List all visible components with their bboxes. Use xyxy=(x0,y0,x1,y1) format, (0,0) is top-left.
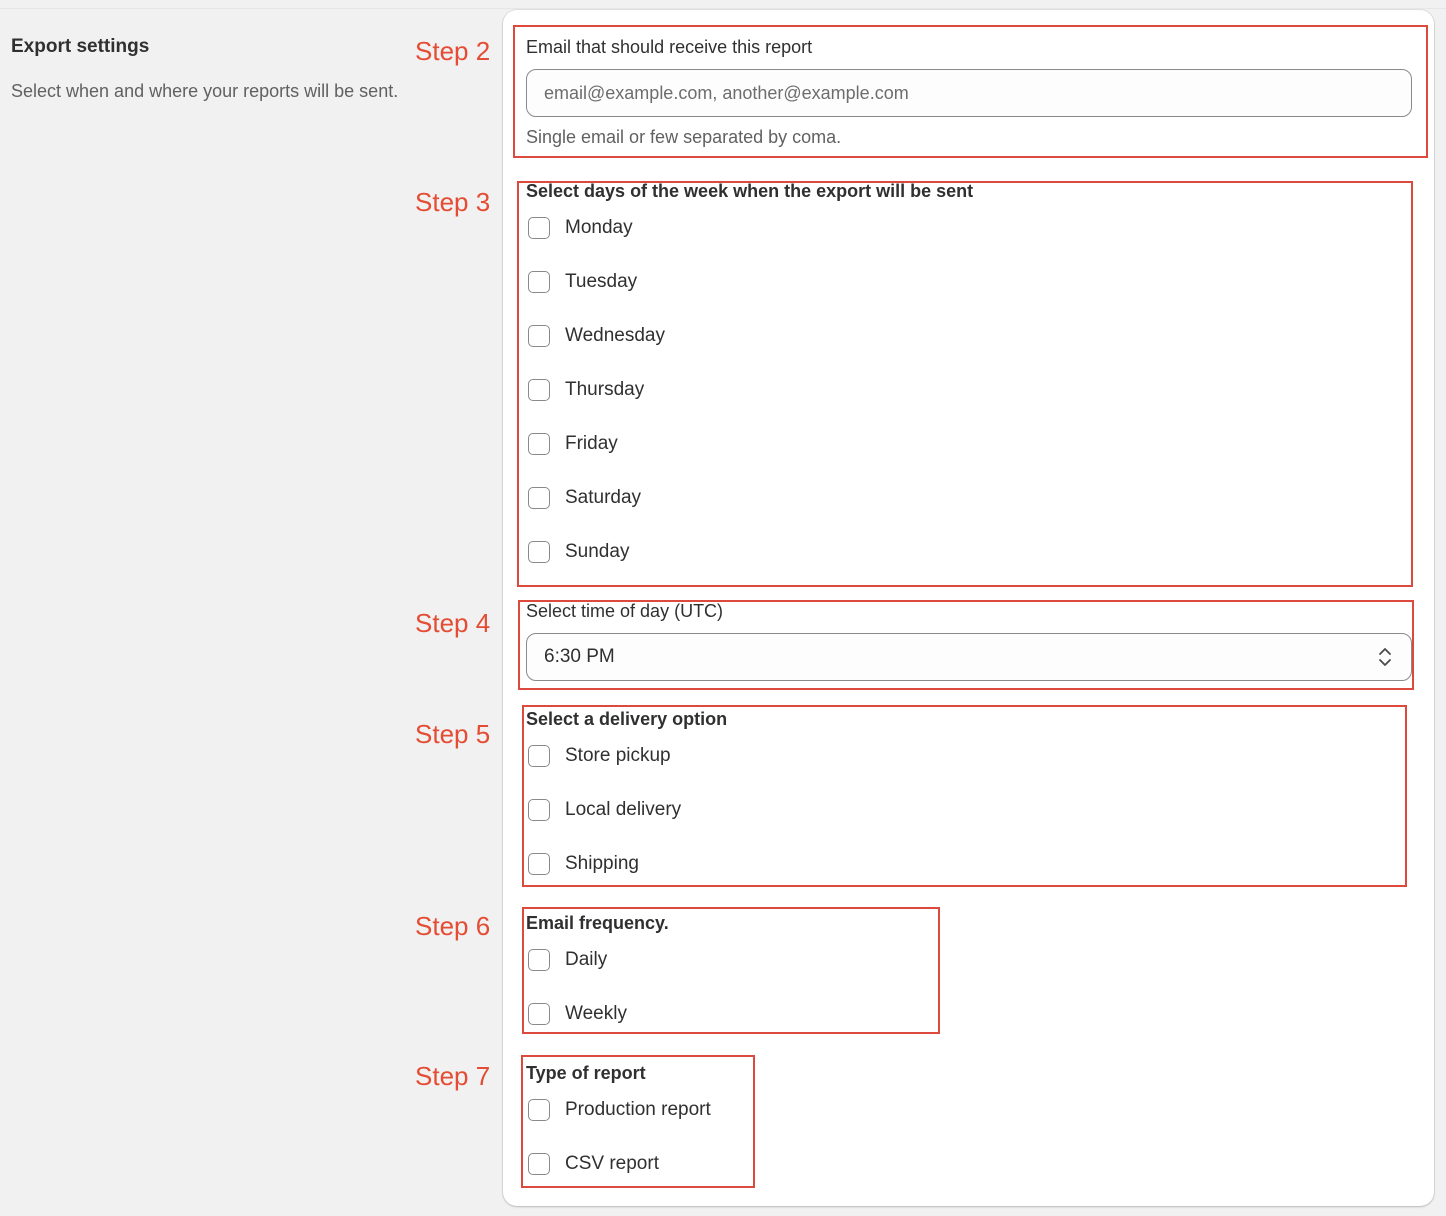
section-title: Export settings xyxy=(11,36,150,57)
step-5-highlight-box xyxy=(522,705,1407,887)
step-2-highlight-box xyxy=(513,25,1428,158)
step-3-annotation: Step 3 xyxy=(415,187,491,217)
step-5-annotation: Step 5 xyxy=(415,719,491,749)
step-7-highlight-box xyxy=(521,1055,755,1188)
section-description: Select when and where your reports will … xyxy=(11,81,399,101)
step-6-highlight-box xyxy=(522,907,940,1034)
step-6-annotation: Step 6 xyxy=(415,911,491,941)
step-4-highlight-box xyxy=(518,600,1414,690)
top-divider xyxy=(0,8,1446,9)
step-3-highlight-box xyxy=(517,181,1413,587)
step-7-annotation: Step 7 xyxy=(415,1061,491,1091)
step-4-annotation: Step 4 xyxy=(415,608,491,638)
step-2-annotation: Step 2 xyxy=(415,36,491,66)
